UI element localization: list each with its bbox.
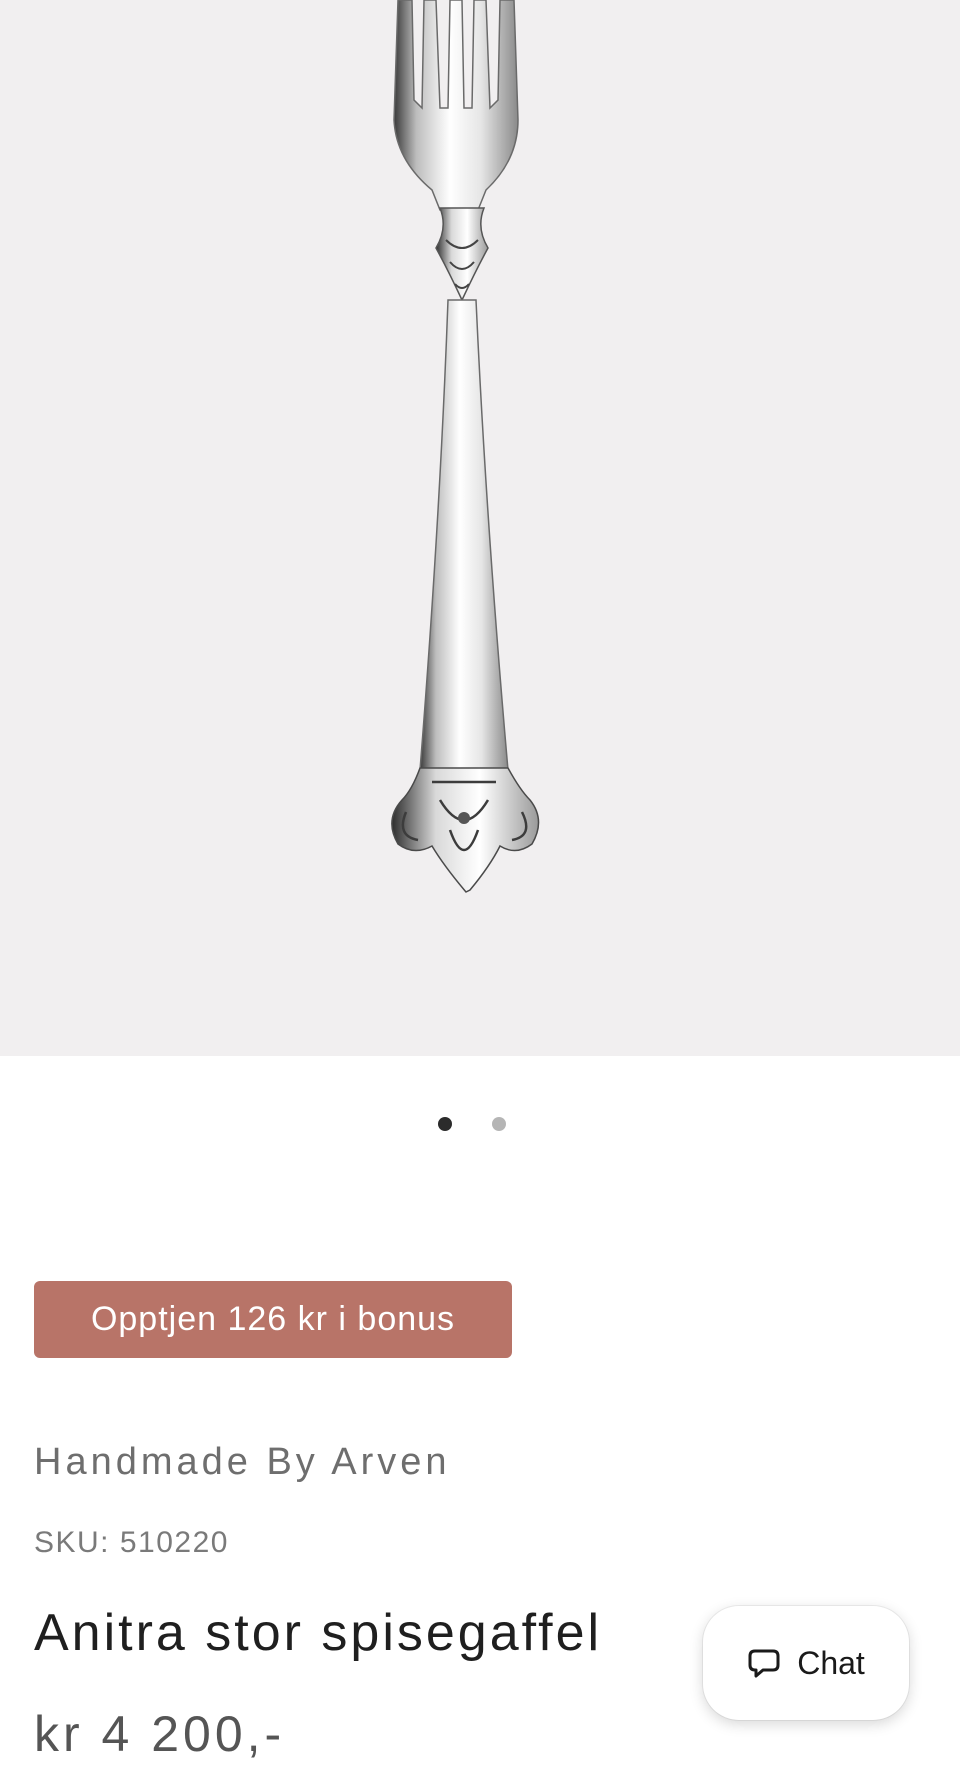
carousel-pagination (0, 1117, 960, 1133)
product-vendor[interactable]: Handmade By Arven (34, 1441, 451, 1484)
carousel-dot-1[interactable] (438, 1117, 452, 1131)
product-image-fork (391, 0, 540, 893)
carousel-dot-2[interactable] (492, 1117, 506, 1131)
product-image-gallery[interactable] (0, 0, 960, 1056)
chat-button[interactable]: Chat (703, 1606, 909, 1720)
bonus-badge: Opptjen 126 kr i bonus (34, 1281, 512, 1358)
product-sku: SKU: 510220 (34, 1526, 229, 1559)
product-title: Anitra stor spisegaffel (34, 1604, 603, 1662)
chat-label: Chat (797, 1644, 865, 1681)
product-price: kr 4 200,- (34, 1706, 286, 1762)
chat-bubble-icon (748, 1649, 780, 1678)
